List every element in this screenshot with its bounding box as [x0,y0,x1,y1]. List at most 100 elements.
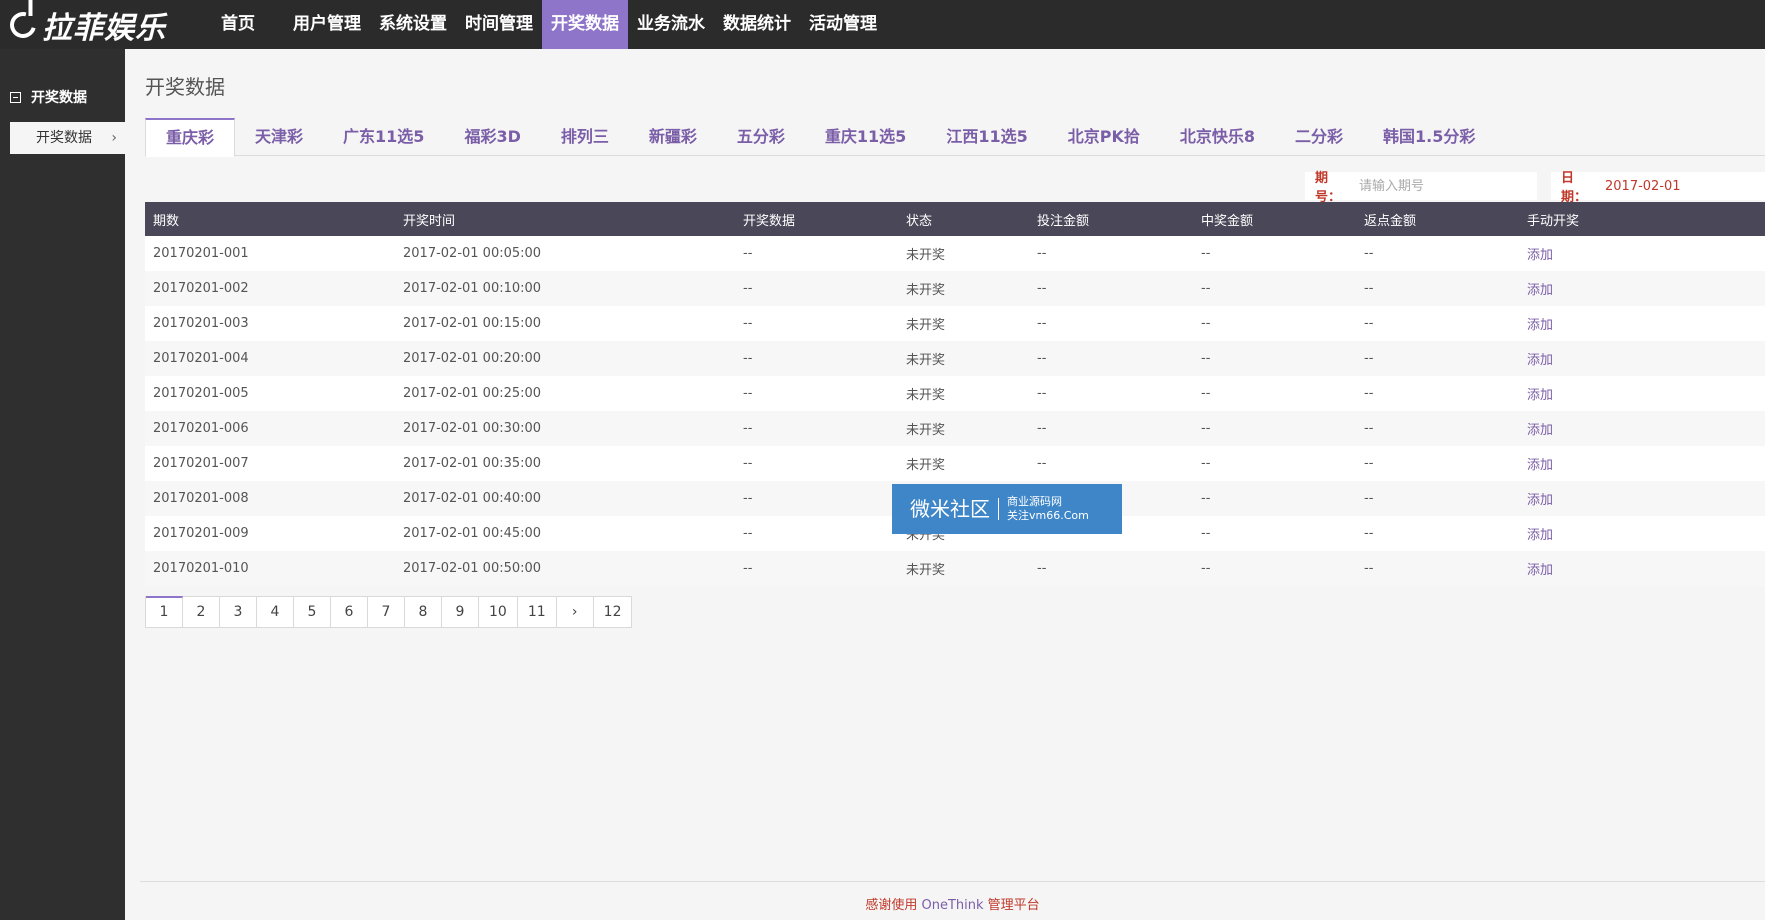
add-draw-link[interactable]: 添加 [1527,458,1553,473]
manual-draw-cell: 添加 [1519,516,1765,551]
nav-item-lottery-data[interactable]: 开奖数据 [542,0,628,49]
draw-time-cell: 2017-02-01 00:50:00 [395,551,735,586]
draw-data-cell: -- [735,341,898,376]
page-button[interactable]: 3 [220,596,257,628]
nav-item-home[interactable]: 首页 [212,0,264,49]
add-draw-link[interactable]: 添加 [1527,563,1553,578]
add-draw-link[interactable]: 添加 [1527,318,1553,333]
table-row: 20170201-002 2017-02-01 00:10:00 -- 未开奖 -- --… [145,271,1765,306]
tab-chongqing[interactable]: 重庆彩 [145,118,236,157]
issue-cell: 20170201-007 [145,446,395,481]
add-draw-link[interactable]: 添加 [1527,283,1553,298]
win-amount-cell: -- [1193,271,1356,306]
add-draw-link[interactable]: 添加 [1527,388,1553,403]
win-amount-cell: -- [1193,516,1356,551]
page-button[interactable]: 9 [442,596,479,628]
sidebar-item-lottery-data[interactable]: 开奖数据 › [10,122,125,154]
bet-amount-cell: -- [1029,271,1193,306]
page-button[interactable]: 8 [405,596,442,628]
table-row: 20170201-005 2017-02-01 00:25:00 -- 未开奖 -- --… [145,376,1765,411]
nav-item-activity-management[interactable]: 活动管理 [800,0,886,49]
table-row: 20170201-004 2017-02-01 00:20:00 -- 未开奖 -- --… [145,341,1765,376]
nav-item-time-management[interactable]: 时间管理 [456,0,542,49]
column-header-win-amount: 中奖金额 [1193,202,1356,236]
tab-five-minute[interactable]: 五分彩 [717,118,805,156]
rebate-amount-cell: -- [1356,481,1519,516]
collapse-minus-icon[interactable] [10,91,21,103]
sidebar-item-label: 开奖数据 [36,130,92,146]
draw-data-cell: -- [735,446,898,481]
win-amount-cell: -- [1193,236,1356,271]
status-cell: 未开奖 [898,306,1029,341]
tab-beijing-pk10[interactable]: 北京PK拾 [1048,118,1160,156]
add-draw-link[interactable]: 添加 [1527,248,1553,263]
tab-jiangxi-11x5[interactable]: 江西11选5 [926,118,1047,156]
draw-data-cell: -- [735,411,898,446]
page-button[interactable]: 4 [257,596,294,628]
add-draw-link[interactable]: 添加 [1527,493,1553,508]
rebate-amount-cell: -- [1356,446,1519,481]
next-page-button[interactable]: › [556,596,594,628]
main-nav: 首页 用户管理 系统设置 时间管理 开奖数据 业务流水 数据统计 活动管理 [212,0,886,49]
main-content: 开奖数据 重庆彩 天津彩 广东11选5 福彩3D 排列三 新疆彩 五分彩 重庆1… [125,49,1765,920]
bet-amount-cell: -- [1029,236,1193,271]
sidebar: 开奖数据 开奖数据 › [0,49,125,920]
tab-pailie-3[interactable]: 排列三 [541,118,629,156]
issue-cell: 20170201-001 [145,236,395,271]
column-header-rebate-amount: 返点金额 [1356,202,1519,236]
draw-time-cell: 2017-02-01 00:10:00 [395,271,735,306]
nav-item-user-management[interactable]: 用户管理 [284,0,370,49]
tab-chongqing-11x5[interactable]: 重庆11选5 [805,118,926,156]
draw-time-cell: 2017-02-01 00:20:00 [395,341,735,376]
pagination: 1 2 3 4 5 6 7 8 9 10 11 › 12 [145,596,633,628]
logo[interactable]: 拉菲娱乐 [0,0,200,49]
table-row: 20170201-006 2017-02-01 00:30:00 -- 未开奖 -- --… [145,411,1765,446]
page-button[interactable]: 1 [146,596,183,628]
tab-two-minute[interactable]: 二分彩 [1275,118,1363,156]
tab-tianjin[interactable]: 天津彩 [235,118,323,156]
filter-bar: 期号： 日期： [1305,171,1765,205]
win-amount-cell: -- [1193,411,1356,446]
nav-item-business-flow[interactable]: 业务流水 [628,0,714,49]
tab-korea-1-5-minute[interactable]: 韩国1.5分彩 [1363,118,1495,156]
page-button[interactable]: 12 [593,596,633,628]
footer-prefix: 感谢使用 [865,898,922,913]
sidebar-group-header[interactable]: 开奖数据 [0,87,125,107]
page-button[interactable]: 5 [294,596,331,628]
tab-guangdong-11x5[interactable]: 广东11选5 [323,118,444,156]
tab-xinjiang[interactable]: 新疆彩 [629,118,717,156]
watermark-line-2: 关注vm66.Com [1007,509,1089,522]
bet-amount-cell: -- [1029,376,1193,411]
rebate-amount-cell: -- [1356,376,1519,411]
watermark-sub-text: 商业源码网 关注vm66.Com [999,495,1089,523]
page-button[interactable]: 6 [331,596,368,628]
date-label: 日期： [1561,171,1588,205]
draw-data-cell: -- [735,306,898,341]
page-button[interactable]: 7 [368,596,405,628]
add-draw-link[interactable]: 添加 [1527,353,1553,368]
draw-data-cell: -- [735,516,898,551]
add-draw-link[interactable]: 添加 [1527,423,1553,438]
tab-fucai-3d[interactable]: 福彩3D [444,118,540,156]
tab-beijing-kl8[interactable]: 北京快乐8 [1160,118,1275,156]
status-cell: 未开奖 [898,446,1029,481]
bet-amount-cell: -- [1029,446,1193,481]
column-header-manual-draw: 手动开奖 [1519,202,1765,236]
rebate-amount-cell: -- [1356,271,1519,306]
page-button[interactable]: 11 [517,596,557,628]
page-button[interactable]: 2 [183,596,220,628]
rebate-amount-cell: -- [1356,306,1519,341]
issue-input[interactable] [1351,173,1537,199]
draw-time-cell: 2017-02-01 00:35:00 [395,446,735,481]
nav-item-statistics[interactable]: 数据统计 [714,0,800,49]
footer-brand-link[interactable]: OneThink [921,898,983,913]
manual-draw-cell: 添加 [1519,236,1765,271]
table-row: 20170201-007 2017-02-01 00:35:00 -- 未开奖 -- --… [145,446,1765,481]
draw-data-cell: -- [735,551,898,586]
date-input[interactable] [1597,173,1765,199]
add-draw-link[interactable]: 添加 [1527,528,1553,543]
page-button[interactable]: 10 [479,596,518,628]
issue-cell: 20170201-010 [145,551,395,586]
nav-item-system-settings[interactable]: 系统设置 [370,0,456,49]
win-amount-cell: -- [1193,376,1356,411]
